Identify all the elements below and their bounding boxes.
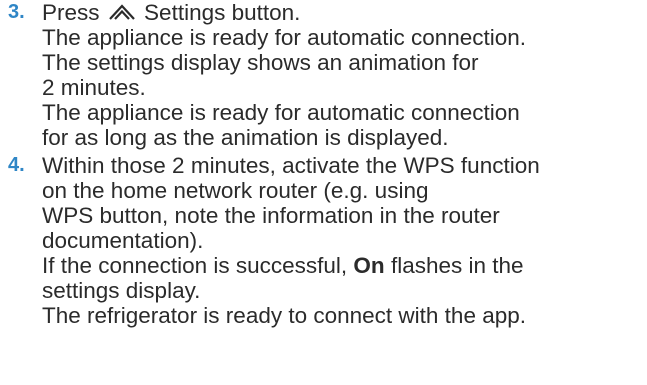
step-result-line: 2 minutes. [42,75,146,100]
settings-chevron-icon [108,4,135,20]
success-text-after: flashes in the [390,253,524,278]
step-action-line: on the home network router (e.g. using [42,178,429,203]
step-number: 3. [8,1,25,23]
step-result-line: If the connection is successful, On flas… [42,253,540,278]
step-result-line: The refrigerator is ready to connect wit… [42,303,527,328]
instruction-page: 3. Press Settings button. The appliance … [0,0,647,385]
on-indicator-text: On [353,253,385,278]
step-action-line: documentation). [42,228,204,253]
step-action-line: WPS button, note the information in the … [42,203,500,228]
step-result-line: The settings display shows an animation … [42,50,479,75]
step-action-line: Press Settings button. [42,0,526,25]
step-result-line: The appliance is ready for automatic con… [42,25,527,50]
step-result-line: The appliance is ready for automatic con… [42,100,520,125]
step-4: 4. Within those 2 minutes, activate the … [0,153,540,328]
step-action-text: Press [42,0,100,25]
step-3: 3. Press Settings button. The appliance … [0,0,526,150]
step-action-text-after: Settings button. [144,0,301,25]
step-number: 4. [8,154,25,176]
step-result-line: settings display. [42,278,201,303]
success-text-before: If the connection is successful, [42,253,348,278]
step-action-line: Within those 2 minutes, activate the WPS… [42,153,540,178]
step-result-line: for as long as the animation is displaye… [42,125,449,150]
